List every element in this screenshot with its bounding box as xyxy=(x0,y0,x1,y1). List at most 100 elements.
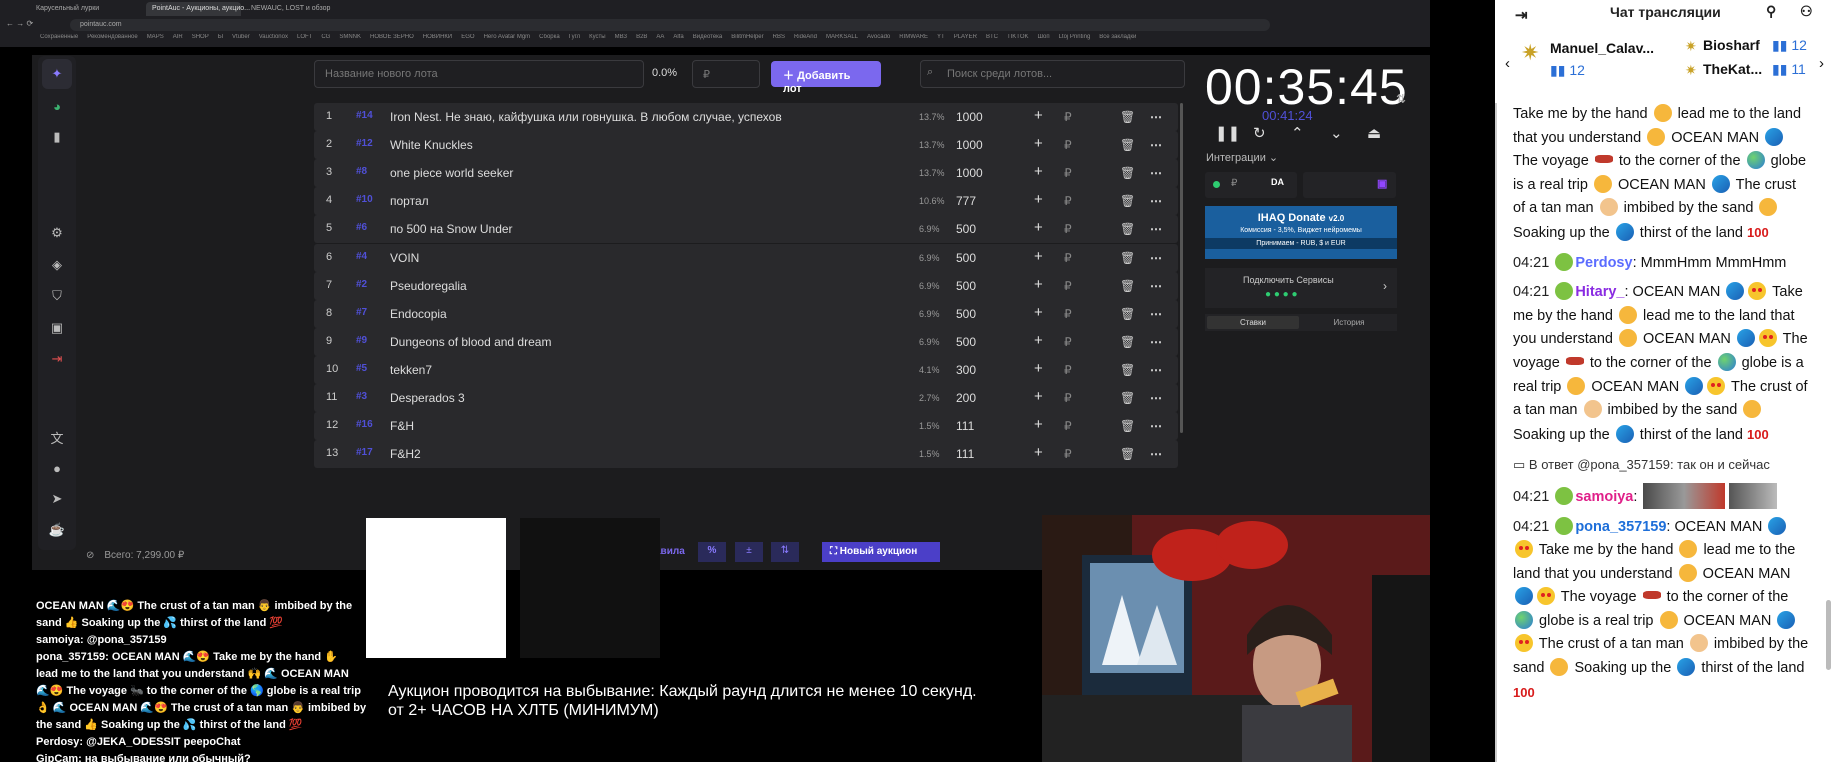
add-bid-icon[interactable]: + xyxy=(1034,332,1043,349)
donor-name[interactable]: TheKat... xyxy=(1703,61,1762,77)
lot-name[interactable]: Pseudoregalia xyxy=(390,279,467,293)
bookmark-item[interactable]: SMNNK xyxy=(339,34,361,40)
lot-name[interactable]: VOIN xyxy=(390,251,419,265)
bookmark-item[interactable]: PLAYER xyxy=(954,34,977,40)
add-bid-icon[interactable]: + xyxy=(1034,388,1043,405)
lot-amount[interactable]: 777 xyxy=(956,194,976,208)
support-icon[interactable]: ☕ xyxy=(42,515,72,545)
message-nick[interactable]: samoiya xyxy=(1575,489,1633,505)
bookmark-item[interactable]: BilitmHelper xyxy=(731,34,763,40)
settings-icon[interactable]: ⚙ xyxy=(42,218,72,248)
trash-icon[interactable]: 🗑 xyxy=(1120,419,1135,433)
add-bid-icon[interactable]: + xyxy=(1034,163,1043,180)
add-bid-icon[interactable]: + xyxy=(1034,304,1043,321)
logo-icon[interactable]: ✦ xyxy=(42,59,72,89)
browser-tab[interactable]: NEWAUC, LOST и обзор xyxy=(245,2,335,16)
add-bid-icon[interactable]: + xyxy=(1034,107,1043,124)
lot-row[interactable]: 4 #10 портал 10.6% 777 + ₽ 🗑 ⋯ xyxy=(314,187,1178,216)
bookmark-item[interactable]: Ы xyxy=(218,34,223,40)
more-icon[interactable]: ⋯ xyxy=(1150,138,1162,152)
eye-off-icon[interactable]: ⊘ xyxy=(86,550,94,561)
lot-amount[interactable]: 1000 xyxy=(956,166,983,180)
lot-row[interactable]: 8 #7 Endocopia 6.9% 500 + ₽ 🗑 ⋯ xyxy=(314,299,1178,328)
lot-search-input[interactable]: Поиск среди лотов... xyxy=(920,60,1185,88)
message-nick[interactable]: Perdosy xyxy=(1575,255,1632,271)
collapse-chat-icon[interactable]: ⇥ xyxy=(1515,6,1528,24)
add-bid-icon[interactable]: + xyxy=(1034,248,1043,265)
bookmark-item[interactable]: Видеотека xyxy=(693,34,723,40)
bookmark-item[interactable]: Hero Avatar Mgm xyxy=(484,34,531,40)
more-icon[interactable]: ⋯ xyxy=(1150,194,1162,208)
message-nick[interactable]: Hitary_ xyxy=(1575,284,1624,300)
more-icon[interactable]: ⋯ xyxy=(1150,447,1162,461)
bookmark-item[interactable]: SHOP xyxy=(192,34,209,40)
donate-banner[interactable]: IHAQ Donate v2.0 Комиссия - 3,5%, Виджет… xyxy=(1205,206,1397,259)
timer-max-icon[interactable]: ⏏ xyxy=(1367,124,1381,142)
more-icon[interactable]: ⋯ xyxy=(1150,419,1162,433)
more-icon[interactable]: ⋯ xyxy=(1150,391,1162,405)
users-icon[interactable]: ⚇ xyxy=(1800,3,1813,20)
more-icon[interactable]: ⋯ xyxy=(1150,166,1162,180)
pause-icon[interactable]: ❚❚ xyxy=(1215,124,1240,142)
lot-amount[interactable]: 500 xyxy=(956,222,976,236)
trash-icon[interactable]: 🗑 xyxy=(1120,307,1135,321)
lot-row[interactable]: 7 #2 Pseudoregalia 6.9% 500 + ₽ 🗑 ⋯ xyxy=(314,271,1178,300)
stats-icon[interactable]: ▮ xyxy=(42,122,72,152)
lot-name-input[interactable]: Название нового лота xyxy=(314,60,644,88)
lot-name[interactable]: Endocopia xyxy=(390,307,447,321)
layers-icon[interactable]: ◈ xyxy=(42,250,72,280)
lot-name[interactable]: F&H xyxy=(390,419,414,433)
lot-name[interactable]: F&H2 xyxy=(390,447,421,461)
browser-tab[interactable]: Карусельный лурки xyxy=(30,2,140,16)
more-icon[interactable]: ⋯ xyxy=(1150,222,1162,236)
lot-name[interactable]: Desperados 3 xyxy=(390,391,465,405)
more-icon[interactable]: ⋯ xyxy=(1150,110,1162,124)
bookmark-item[interactable]: НОВОЕ ЗЕРНО xyxy=(370,34,414,40)
bookmark-item[interactable]: Шоп xyxy=(1038,34,1050,40)
trash-icon[interactable]: 🗑 xyxy=(1120,110,1135,124)
bookmark-item[interactable]: Кусты xyxy=(589,34,606,40)
lot-amount[interactable]: 1000 xyxy=(956,138,983,152)
lot-amount[interactable]: 111 xyxy=(956,447,974,461)
lot-amount[interactable]: 200 xyxy=(956,391,976,405)
integration-card-twitch[interactable]: ▣ xyxy=(1303,172,1396,198)
bookmark-item[interactable]: Vtuber xyxy=(232,34,250,40)
tab-bets[interactable]: Ставки xyxy=(1207,316,1299,329)
lot-row[interactable]: 3 #8 one piece world seeker 13.7% 1000 + ₽ 🗑 ⋯ xyxy=(314,159,1178,188)
bookmark-item[interactable]: MARKSALL xyxy=(826,34,858,40)
chat-scrollbar[interactable] xyxy=(1826,600,1831,670)
bookmark-item[interactable]: TIKTOK xyxy=(1007,34,1029,40)
browser-nav-icons[interactable]: ← → ⟳ xyxy=(6,19,33,28)
pin-icon[interactable]: ⚲ xyxy=(1766,3,1776,20)
trash-icon[interactable]: 🗑 xyxy=(1120,251,1135,265)
lot-amount[interactable]: 500 xyxy=(956,307,976,321)
shield-icon[interactable]: ⛉ xyxy=(42,281,72,311)
bookmark-item[interactable]: RBS xyxy=(773,34,785,40)
add-bid-icon[interactable]: + xyxy=(1034,191,1043,208)
lot-row[interactable]: 6 #4 VOIN 6.9% 500 + ₽ 🗑 ⋯ xyxy=(314,243,1178,272)
bookmark-item[interactable]: Сборка xyxy=(539,34,560,40)
lot-amount[interactable]: 300 xyxy=(956,363,976,377)
more-icon[interactable]: ⋯ xyxy=(1150,363,1162,377)
bookmark-item[interactable]: МВЗ xyxy=(615,34,627,40)
lot-amount[interactable]: 500 xyxy=(956,279,976,293)
lot-list-scrollbar[interactable] xyxy=(1180,103,1183,433)
add-lot-button[interactable]: ＋ Добавить лот xyxy=(771,61,881,95)
lot-amount[interactable]: 1000 xyxy=(956,110,983,124)
bookmarks-bar[interactable]: Сохранённые Рекомендованное MAPS AIR SHOP Ы Vt… xyxy=(40,34,1425,44)
bookmark-item[interactable]: Ltoj Printing xyxy=(1059,34,1091,40)
bookmark-item[interactable]: Avocado xyxy=(867,34,890,40)
message-nick[interactable]: pona_357159 xyxy=(1575,519,1666,535)
bookmark-item[interactable]: Vauctionox xyxy=(259,34,288,40)
more-icon[interactable]: ⋯ xyxy=(1150,307,1162,321)
add-bid-icon[interactable]: + xyxy=(1034,360,1043,377)
connect-services-button[interactable]: Подключить Сервисы › ● ● ● ● xyxy=(1205,268,1397,308)
bookmark-item[interactable]: CG xyxy=(321,34,330,40)
lot-row[interactable]: 1 #14 Iron Nest. Не знаю, кайфушка или гов… xyxy=(314,103,1178,131)
donor-name[interactable]: Biosharf xyxy=(1703,37,1760,53)
trash-icon[interactable]: 🗑 xyxy=(1120,447,1135,461)
trash-icon[interactable]: 🗑 xyxy=(1120,166,1135,180)
browser-tab-active[interactable]: PointAuc - Аукционы, аукцио... xyxy=(146,2,250,16)
bookmark-item[interactable]: YT xyxy=(937,34,945,40)
lot-name[interactable]: White Knuckles xyxy=(390,138,473,152)
